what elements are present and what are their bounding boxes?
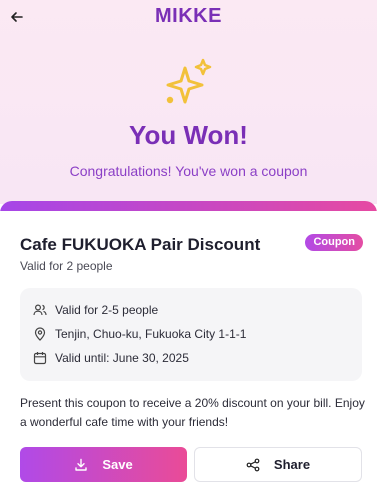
detail-text: Tenjin, Chuo-ku, Fukuoka City 1-1-1 (55, 327, 247, 341)
detail-row-expiry: Valid until: June 30, 2025 (33, 349, 189, 367)
card-accent-strip (0, 201, 377, 211)
sparkles-icon (166, 58, 212, 104)
users-icon (33, 304, 47, 316)
share-button[interactable]: Share (194, 447, 362, 482)
won-title: You Won! (129, 120, 248, 150)
won-subtitle: Congratulations! You've won a coupon (69, 163, 308, 179)
coupon-description: Present this coupon to receive a 20% dis… (20, 396, 365, 429)
detail-row-people: Valid for 2-5 people (33, 301, 158, 319)
download-icon (74, 458, 88, 472)
share-icon (246, 458, 260, 472)
share-label: Share (273, 457, 311, 472)
app-title: MIKKE (155, 5, 222, 27)
coupon-details-box: Valid for 2-5 people Tenjin, Chuo-ku, Fu… (20, 288, 362, 381)
top-bar: MIKKE (0, 0, 377, 36)
coupon-title: Cafe FUKUOKA Pair Discount (20, 235, 261, 254)
coupon-badge: Coupon (305, 234, 363, 251)
calendar-icon (33, 352, 47, 365)
detail-row-location: Tenjin, Chuo-ku, Fukuoka City 1-1-1 (33, 325, 246, 343)
detail-text: Valid until: June 30, 2025 (55, 351, 189, 365)
save-label: Save (102, 457, 133, 472)
coupon-valid-for: Valid for 2 people (20, 259, 113, 273)
detail-text: Valid for 2-5 people (55, 303, 159, 317)
map-pin-icon (34, 327, 46, 341)
save-button[interactable]: Save (20, 447, 187, 482)
coupon-card: Cafe FUKUOKA Pair Discount Coupon Valid … (0, 201, 377, 500)
